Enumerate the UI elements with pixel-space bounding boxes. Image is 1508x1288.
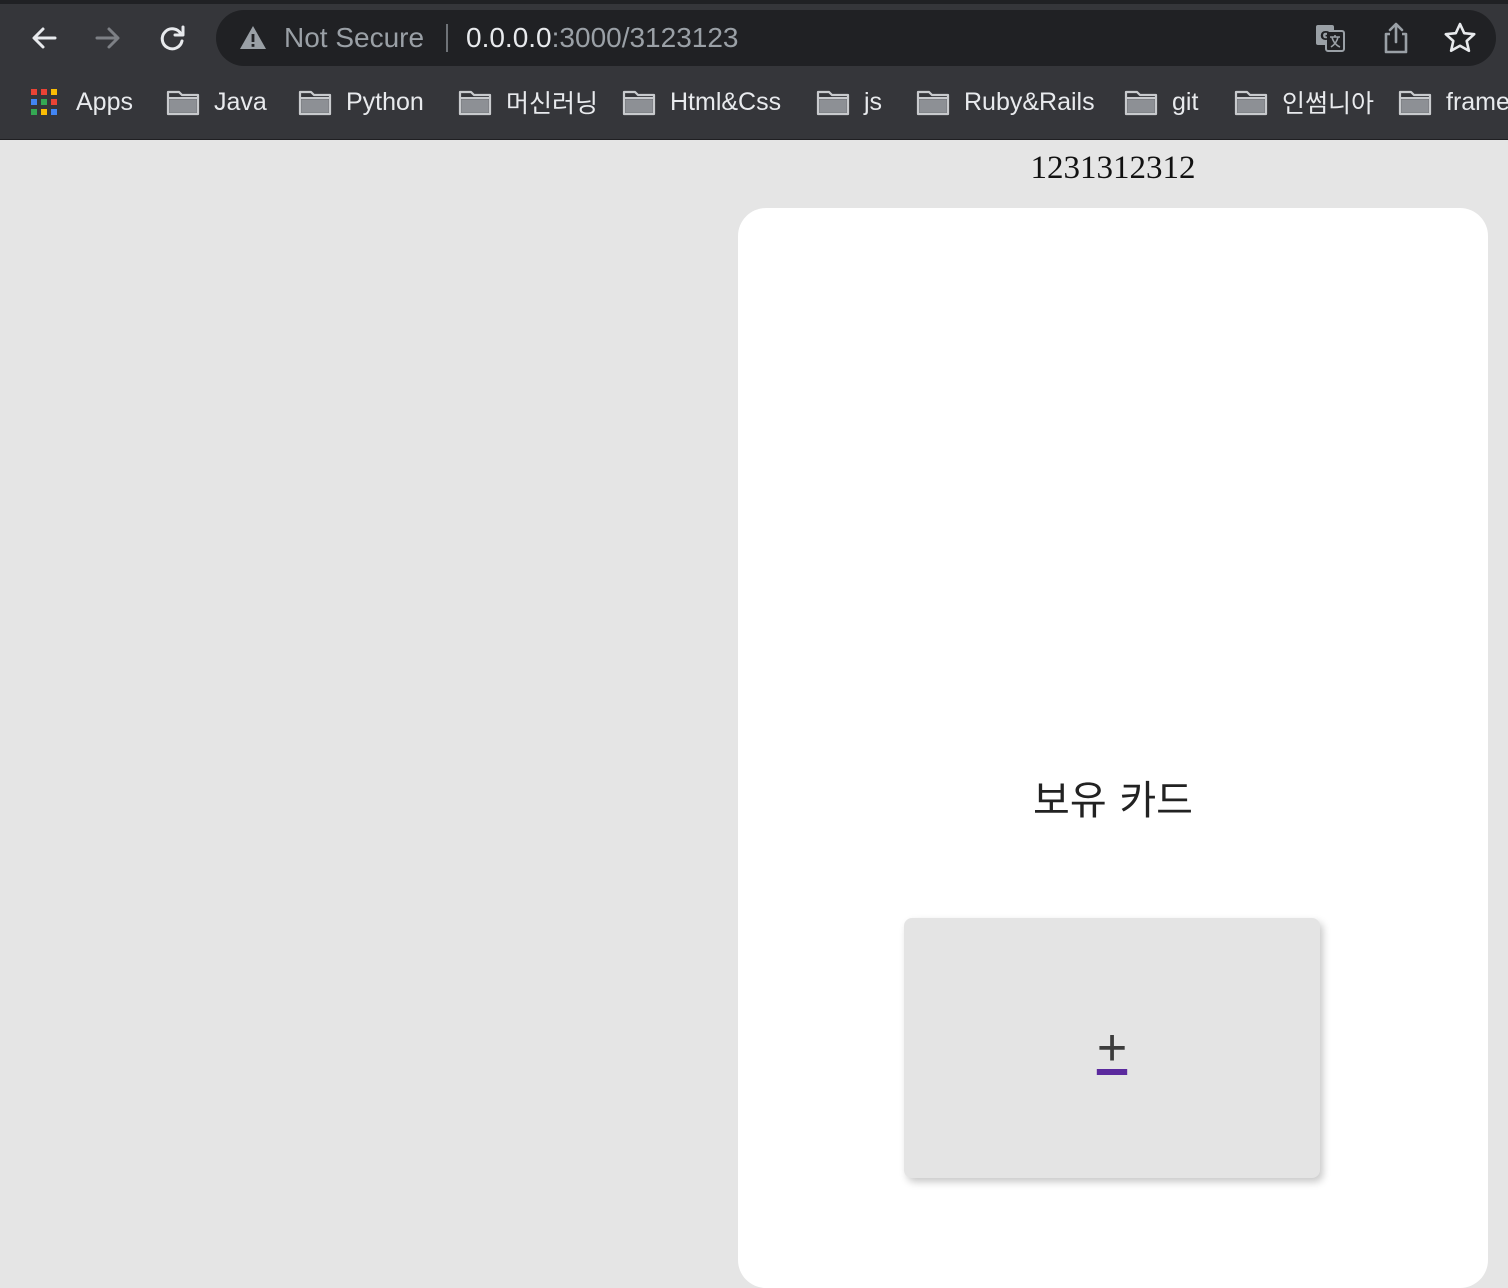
bookmark-apps[interactable]: Apps <box>30 76 133 128</box>
translate-icon[interactable]: G <box>1312 20 1348 56</box>
bookmark-java[interactable]: Java <box>166 76 267 128</box>
reload-icon <box>160 25 185 51</box>
star-icon[interactable] <box>1442 20 1478 56</box>
folder-icon <box>622 90 656 116</box>
browser-chrome: Not Secure 0.0.0.0:3000/3123123 G Apps J… <box>0 0 1508 140</box>
url-path: :3000/3123123 <box>551 22 739 53</box>
bookmark-label: 머신러닝 <box>506 90 599 118</box>
forward-button[interactable] <box>86 16 130 60</box>
folder-icon <box>916 90 950 116</box>
apps-grid-icon <box>31 89 57 115</box>
folder-icon <box>458 90 492 116</box>
reload-button[interactable] <box>150 16 194 60</box>
plus-icon: + <box>1096 1019 1128 1077</box>
back-button[interactable] <box>22 16 66 60</box>
bookmark-label: Ruby&Rails <box>964 87 1095 116</box>
owned-cards-title: 보유 카드 <box>1033 778 1193 824</box>
bookmark-label: frame <box>1446 87 1508 116</box>
bookmark-label: Python <box>346 87 424 116</box>
back-icon <box>32 27 57 49</box>
address-bar[interactable]: Not Secure 0.0.0.0:3000/3123123 G <box>216 10 1496 66</box>
page-heading: 1231312312 <box>1030 150 1196 186</box>
add-card-button[interactable]: + <box>904 918 1320 1178</box>
card-panel: 보유 카드 + <box>738 208 1488 1288</box>
bookmark-git[interactable]: git <box>1124 76 1198 128</box>
folder-icon <box>1398 90 1432 116</box>
bookmark-python[interactable]: Python <box>298 76 424 128</box>
bookmark-frame[interactable]: frame <box>1398 76 1508 128</box>
forward-icon <box>95 27 120 49</box>
bookmark-html-css[interactable]: Html&Css <box>622 76 781 128</box>
bookmark-insomnia[interactable]: 인썸니아 <box>1234 76 1374 128</box>
bookmark-label: Html&Css <box>670 87 782 116</box>
bookmark-js[interactable]: js <box>816 76 882 128</box>
bookmark-label: Java <box>214 87 267 116</box>
bookmark-machine-learning[interactable]: 머신러닝 <box>458 76 598 128</box>
share-icon[interactable] <box>1378 20 1414 56</box>
svg-text:G: G <box>1320 29 1330 43</box>
bookmark-label: git <box>1172 87 1199 116</box>
omnibox-separator <box>446 24 448 52</box>
bookmark-label: js <box>864 87 883 116</box>
bookmark-label: 인썸니아 <box>1282 90 1375 118</box>
bookmark-ruby-rails[interactable]: Ruby&Rails <box>916 76 1095 128</box>
warning-icon[interactable] <box>238 23 268 53</box>
folder-icon <box>166 90 200 116</box>
url-text[interactable]: 0.0.0.0:3000/3123123 <box>466 10 739 66</box>
security-status[interactable]: Not Secure <box>284 10 424 66</box>
folder-icon <box>1124 90 1158 116</box>
bookmarks-bar: Apps Java Python 머신러닝 Html&Css js Ruby&R… <box>0 76 1508 128</box>
url-host: 0.0.0.0 <box>466 22 552 53</box>
folder-icon <box>1234 90 1268 116</box>
bookmark-label: Apps <box>76 87 133 116</box>
folder-icon <box>298 90 332 116</box>
folder-icon <box>816 90 850 116</box>
